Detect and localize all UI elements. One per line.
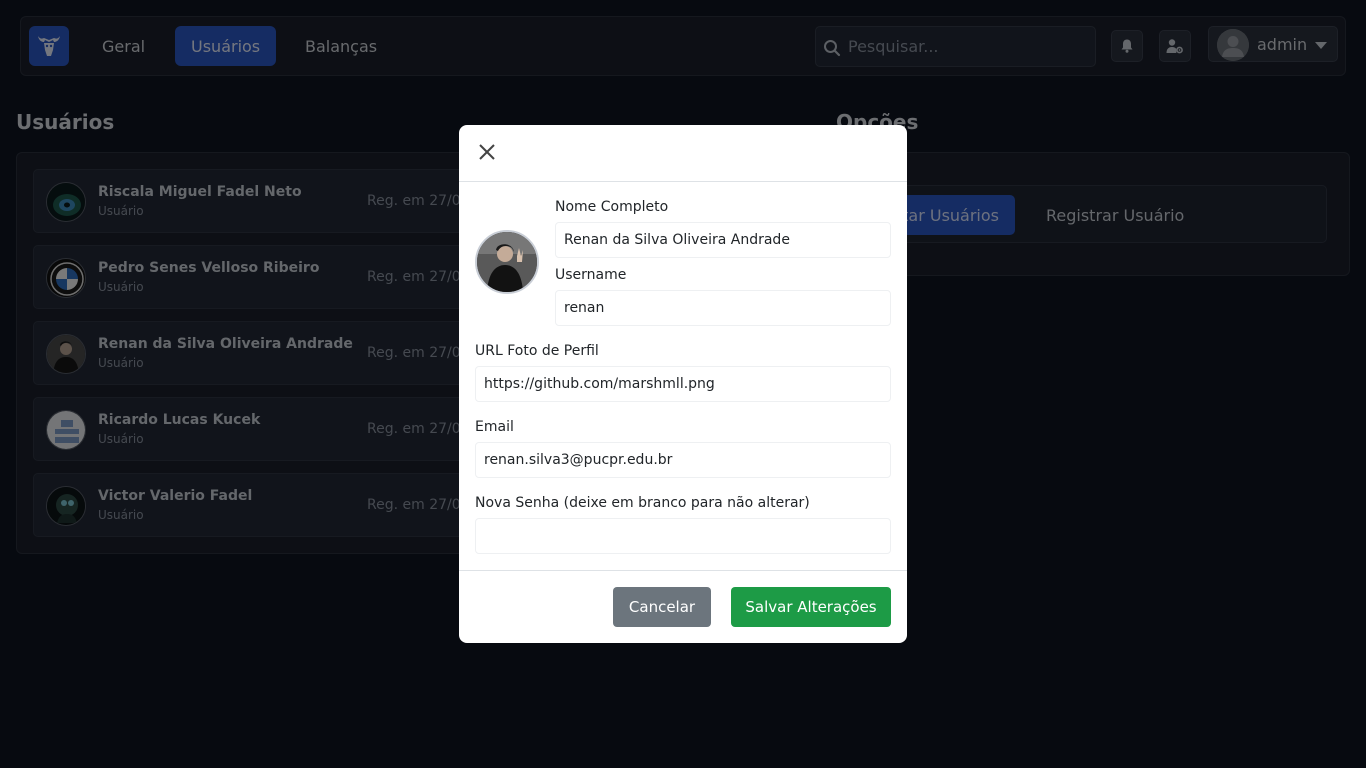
- save-button[interactable]: Salvar Alterações: [731, 587, 891, 627]
- avatar: [475, 230, 539, 294]
- modal-header: [459, 125, 907, 182]
- cancel-button[interactable]: Cancelar: [613, 587, 711, 627]
- full-name-label: Nome Completo: [555, 199, 669, 215]
- photo-url-field[interactable]: [475, 366, 891, 402]
- username-field[interactable]: [555, 290, 891, 326]
- modal-footer: Cancelar Salvar Alterações: [459, 570, 907, 643]
- close-icon[interactable]: [477, 142, 497, 162]
- email-label: Email: [475, 419, 514, 435]
- new-password-label: Nova Senha (deixe em branco para não alt…: [475, 495, 810, 511]
- photo-url-label: URL Foto de Perfil: [475, 343, 599, 359]
- edit-user-modal: Nome Completo Username URL Foto de Perfi…: [459, 125, 907, 643]
- email-field[interactable]: [475, 442, 891, 478]
- username-label: Username: [555, 267, 627, 283]
- new-password-field[interactable]: [475, 518, 891, 554]
- full-name-field[interactable]: [555, 222, 891, 258]
